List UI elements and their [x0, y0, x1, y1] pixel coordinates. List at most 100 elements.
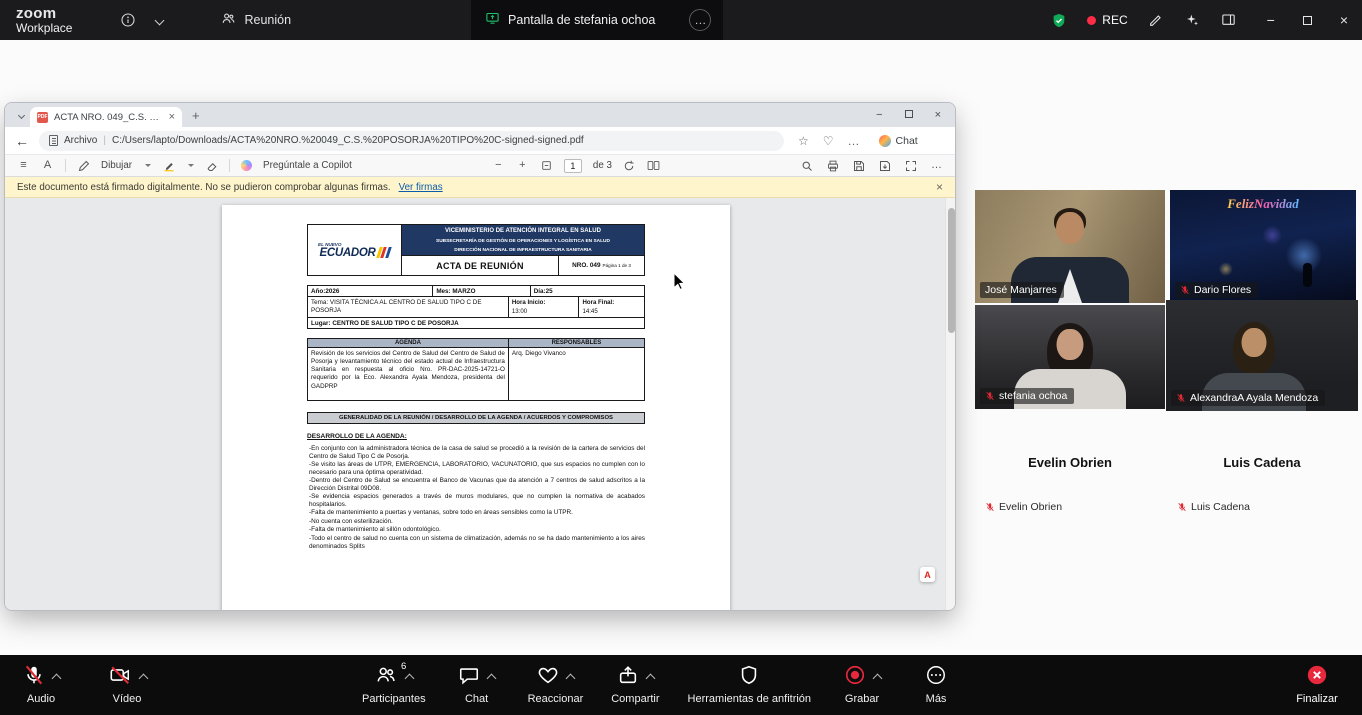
view-layout-icon[interactable]: [1220, 12, 1237, 28]
fit-page-icon[interactable]: [540, 160, 553, 171]
responsables-header: RESPONSABLES: [508, 339, 644, 347]
draw-pen-icon[interactable]: [77, 160, 90, 172]
copilot-label[interactable]: Pregúntale a Copilot: [263, 160, 352, 171]
agenda-header: AGENDA: [308, 339, 508, 347]
back-icon[interactable]: ←: [15, 133, 29, 149]
meeting-info-icon[interactable]: [120, 12, 136, 28]
ecuador-logo: EL NUEVO ECUADOR: [308, 225, 402, 275]
audio-options-chevron[interactable]: [51, 674, 61, 684]
search-icon[interactable]: [800, 160, 813, 172]
camera-off-icon: [108, 664, 132, 691]
record-options-chevron[interactable]: [872, 674, 882, 684]
browser-tab[interactable]: PDF ACTA NRO. 049_C.S. POSORJA TIP... ×: [30, 107, 182, 127]
browser-more-icon[interactable]: …: [848, 134, 860, 148]
react-button[interactable]: Reaccionar: [528, 666, 584, 705]
tab-screen-share[interactable]: Pantalla de stefania ochoa …: [471, 0, 723, 40]
ai-companion-sparkle-icon[interactable]: [1184, 12, 1200, 28]
fullscreen-icon[interactable]: [904, 160, 917, 172]
chevron-down-icon[interactable]: [156, 17, 163, 24]
logo-main-text: ECUADOR: [319, 247, 375, 259]
share-button[interactable]: Compartir: [611, 666, 659, 705]
print-icon[interactable]: [826, 160, 839, 172]
maximize-button[interactable]: [1303, 13, 1312, 27]
copilot-icon[interactable]: [241, 160, 252, 171]
react-options-chevron[interactable]: [565, 674, 575, 684]
page-view-icon[interactable]: [647, 160, 660, 171]
signature-message: Este documento está firmado digitalmente…: [17, 182, 391, 193]
audio-button[interactable]: Audio: [18, 666, 64, 705]
tab-list-chevron-icon[interactable]: [19, 113, 24, 118]
general-section-header: GENERALIDAD DE LA REUNIÓN / DESARROLLO D…: [307, 412, 645, 424]
recording-indicator[interactable]: REC: [1087, 13, 1127, 27]
adobe-acrobat-extension-icon[interactable]: A: [920, 567, 935, 582]
muted-mic-icon: [1180, 284, 1190, 296]
participant-tile-dario[interactable]: FelizNavidad Dario Flores: [1170, 190, 1356, 303]
save-icon[interactable]: [852, 160, 865, 172]
participants-options-chevron[interactable]: [405, 674, 415, 684]
tab-more-options-icon[interactable]: …: [689, 9, 711, 31]
page-number-input[interactable]: [564, 159, 582, 173]
ver-firmas-link[interactable]: Ver firmas: [399, 182, 443, 193]
video-options-chevron[interactable]: [138, 674, 148, 684]
participant-tile-luis[interactable]: Luis Cadena Luis Cadena: [1167, 413, 1357, 520]
host-tools-button[interactable]: Herramientas de anfitrión: [688, 666, 812, 705]
topic-cell: Tema: VISITA TÉCNICA AL CENTRO DE SALUD …: [308, 297, 508, 317]
shared-screen-window: PDF ACTA NRO. 049_C.S. POSORJA TIP... × …: [5, 103, 955, 610]
video-button[interactable]: Vídeo: [104, 666, 150, 705]
signature-bar-close-icon[interactable]: ×: [936, 180, 943, 194]
page-total-label: de 3: [593, 160, 612, 171]
participant-tile-evelin[interactable]: Evelin Obrien Evelin Obrien: [975, 413, 1165, 520]
participant-tile-alexandra[interactable]: AlexandraA Ayala Mendoza: [1166, 300, 1358, 411]
rotate-icon[interactable]: [623, 160, 636, 172]
pdf-toolbar: ≡ A Dibujar Pregúntale a Copilot − +: [5, 155, 955, 177]
draw-label[interactable]: Dibujar: [101, 160, 132, 171]
screen-share-icon: [485, 12, 500, 28]
zoom-logo-text: zoom: [16, 6, 72, 21]
browser-minimize-button[interactable]: −: [876, 110, 882, 121]
chat-button[interactable]: Chat: [454, 666, 500, 705]
read-aloud-icon[interactable]: A: [41, 160, 54, 171]
bullet-line: -Falta de mantenimiento a puertas y vent…: [309, 509, 645, 517]
browser-close-button[interactable]: ×: [935, 110, 941, 121]
pdf-more-icon[interactable]: …: [930, 160, 943, 171]
browser-maximize-button[interactable]: [905, 110, 913, 121]
zoom-in-icon[interactable]: +: [516, 160, 529, 171]
start-time-cell: Hora Inicio: 13:00: [508, 297, 579, 317]
responsable-name: Arq. Diego Vivanco: [508, 348, 644, 400]
share-options-chevron[interactable]: [645, 674, 655, 684]
favorites-star-icon[interactable]: ☆: [798, 134, 809, 148]
browser-essentials-icon[interactable]: ♡: [823, 134, 834, 148]
minimize-button[interactable]: −: [1267, 13, 1275, 27]
participant-tile-stefania[interactable]: stefania ochoa: [975, 305, 1165, 409]
zoom-out-icon[interactable]: −: [492, 160, 505, 171]
participants-button[interactable]: 6 Participantes: [362, 666, 426, 705]
ministry-line-1: VICEMINISTERIO DE ATENCIÓN INTEGRAL EN S…: [402, 225, 644, 237]
chat-options-chevron[interactable]: [487, 674, 497, 684]
close-button[interactable]: ×: [1340, 13, 1348, 27]
record-button[interactable]: Grabar: [839, 666, 885, 705]
document-page-note: Página 1 de 3: [603, 263, 631, 268]
new-tab-button[interactable]: +: [192, 108, 200, 123]
toc-icon[interactable]: ≡: [17, 160, 30, 171]
highlighter-icon[interactable]: [162, 160, 175, 172]
year-cell: Año:2026: [308, 286, 432, 296]
eraser-icon[interactable]: [205, 160, 218, 172]
pdf-favicon: PDF: [37, 112, 48, 123]
participant-name-label: José Manjarres: [980, 282, 1064, 298]
save-as-icon[interactable]: [878, 160, 891, 172]
pdf-viewport[interactable]: EL NUEVO ECUADOR VICEMINISTERIO DE ATENC…: [5, 198, 955, 610]
tab-meeting[interactable]: Reunión: [211, 0, 301, 40]
pdf-scrollbar-thumb[interactable]: [948, 208, 955, 333]
record-icon: [844, 664, 866, 691]
tab-close-icon[interactable]: ×: [169, 111, 175, 123]
url-text: C:/Users/lapto/Downloads/ACTA%20NRO.%200…: [112, 135, 584, 146]
more-button[interactable]: Más: [913, 666, 959, 705]
browser-tab-title: ACTA NRO. 049_C.S. POSORJA TIP...: [54, 112, 163, 123]
security-shield-icon[interactable]: [1051, 12, 1067, 29]
address-bar[interactable]: Archivo | C:/Users/lapto/Downloads/ACTA%…: [39, 131, 784, 151]
annotate-pencil-icon[interactable]: [1148, 12, 1164, 28]
end-meeting-button[interactable]: Finalizar: [1294, 666, 1340, 705]
participant-tile-jose[interactable]: José Manjarres: [975, 190, 1165, 303]
edge-chat-button[interactable]: Chat: [872, 133, 925, 149]
pdf-scrollbar[interactable]: [945, 198, 955, 610]
